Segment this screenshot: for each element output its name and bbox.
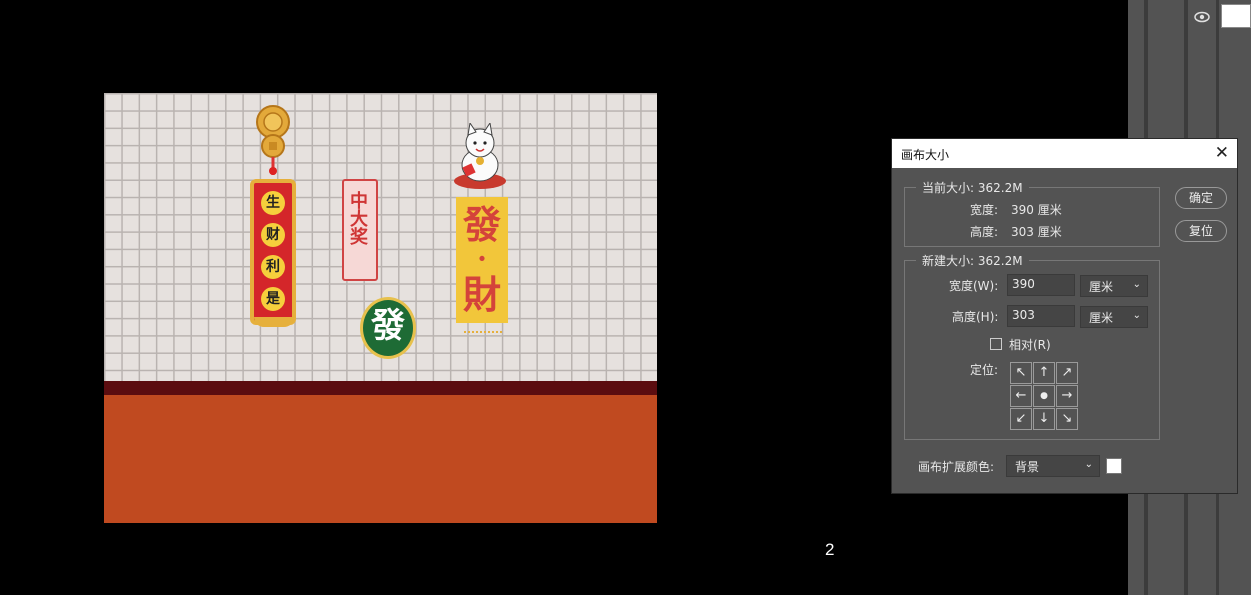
width-unit-select[interactable]: 厘米 ⌄	[1080, 275, 1148, 297]
new-size-legend: 新建大小: 362.2M	[916, 252, 1029, 269]
eye-icon[interactable]	[1194, 10, 1210, 24]
canvas-size-dialog: 画布大小 ✕ 当前大小: 362.2M 宽度: 390 厘米 高度: 303 厘…	[891, 138, 1238, 494]
current-height-value: 303 厘米	[1011, 225, 1062, 239]
anchor-bottom-left-icon[interactable]: ↙	[1010, 408, 1032, 430]
current-width-label: 宽度:	[970, 203, 999, 217]
floor	[104, 395, 657, 523]
close-icon[interactable]: ✕	[1215, 143, 1229, 163]
small-sign: 中大奖	[342, 179, 378, 281]
gold-banner-top-char: 發	[462, 202, 501, 247]
current-height-label: 高度:	[970, 225, 999, 239]
anchor-top-left-icon[interactable]: ↖	[1010, 362, 1032, 384]
gold-banner-bottom-char: 財	[462, 272, 501, 317]
couplet-char: 财	[261, 223, 285, 247]
new-height-label: 高度(H):	[952, 310, 999, 324]
height-unit-value: 厘米	[1089, 311, 1114, 325]
gold-banner-dot: ·	[477, 242, 487, 275]
anchor-bottom-right-icon[interactable]: ↘	[1056, 408, 1078, 430]
couplet-bottom-ornament	[254, 317, 294, 327]
extension-color-label: 画布扩展颜色:	[918, 460, 995, 474]
chevron-down-icon: ⌄	[1084, 459, 1093, 470]
anchor-bottom-icon[interactable]: ↓	[1033, 408, 1055, 430]
current-width-value: 390 厘米	[1011, 203, 1062, 217]
small-sign-text: 中大奖	[347, 191, 368, 245]
vertical-couplet: 生财利是	[250, 179, 296, 325]
ok-button[interactable]: 确定	[1175, 187, 1227, 209]
gold-banner: 發 · 財	[456, 197, 508, 323]
dialog-title: 画布大小	[901, 148, 950, 162]
width-unit-value: 厘米	[1089, 280, 1114, 294]
extension-color-swatch[interactable]	[1106, 458, 1122, 474]
document-canvas[interactable]: 生财利是 中大奖 發 發 · 財	[104, 93, 657, 523]
current-size-legend: 当前大小: 362.2M	[916, 179, 1029, 196]
reset-button[interactable]: 复位	[1175, 220, 1227, 242]
anchor-top-right-icon[interactable]: ↗	[1056, 362, 1078, 384]
couplet-char: 是	[261, 287, 285, 311]
height-unit-select[interactable]: 厘米 ⌄	[1080, 306, 1148, 328]
couplet-char: 利	[261, 255, 285, 279]
fa-tile-disc: 發	[360, 297, 416, 359]
dialog-titlebar[interactable]: 画布大小 ✕	[892, 139, 1237, 168]
couplet-char: 生	[261, 191, 285, 215]
anchor-left-icon[interactable]: ←	[1010, 385, 1032, 407]
extension-color-value: 背景	[1015, 460, 1040, 474]
anchor-grid: ↖ ↑ ↗ ← ● → ↙ ↓ ↘	[1010, 362, 1080, 432]
coin-ornament	[256, 105, 290, 175]
width-input[interactable]: 390	[1007, 274, 1075, 296]
anchor-top-icon[interactable]: ↑	[1033, 362, 1055, 384]
chevron-down-icon: ⌄	[1132, 310, 1141, 321]
wall-trim	[104, 381, 657, 395]
anchor-center-icon[interactable]: ●	[1033, 385, 1055, 407]
anchor-label: 定位:	[970, 363, 999, 377]
new-width-label: 宽度(W):	[949, 279, 999, 293]
relative-checkbox[interactable]	[990, 338, 1002, 350]
anchor-right-icon[interactable]: →	[1056, 385, 1078, 407]
height-input[interactable]: 303	[1007, 305, 1075, 327]
gold-banner-tassels	[464, 323, 502, 333]
relative-label[interactable]: 相对(R)	[1009, 336, 1051, 353]
fa-tile-char: 發	[371, 306, 405, 346]
layer-thumbnail[interactable]	[1221, 4, 1251, 28]
page-number: 2	[825, 540, 835, 559]
chevron-down-icon: ⌄	[1132, 279, 1141, 290]
extension-color-select[interactable]: 背景 ⌄	[1006, 455, 1100, 477]
lucky-cat-figure	[454, 123, 506, 189]
